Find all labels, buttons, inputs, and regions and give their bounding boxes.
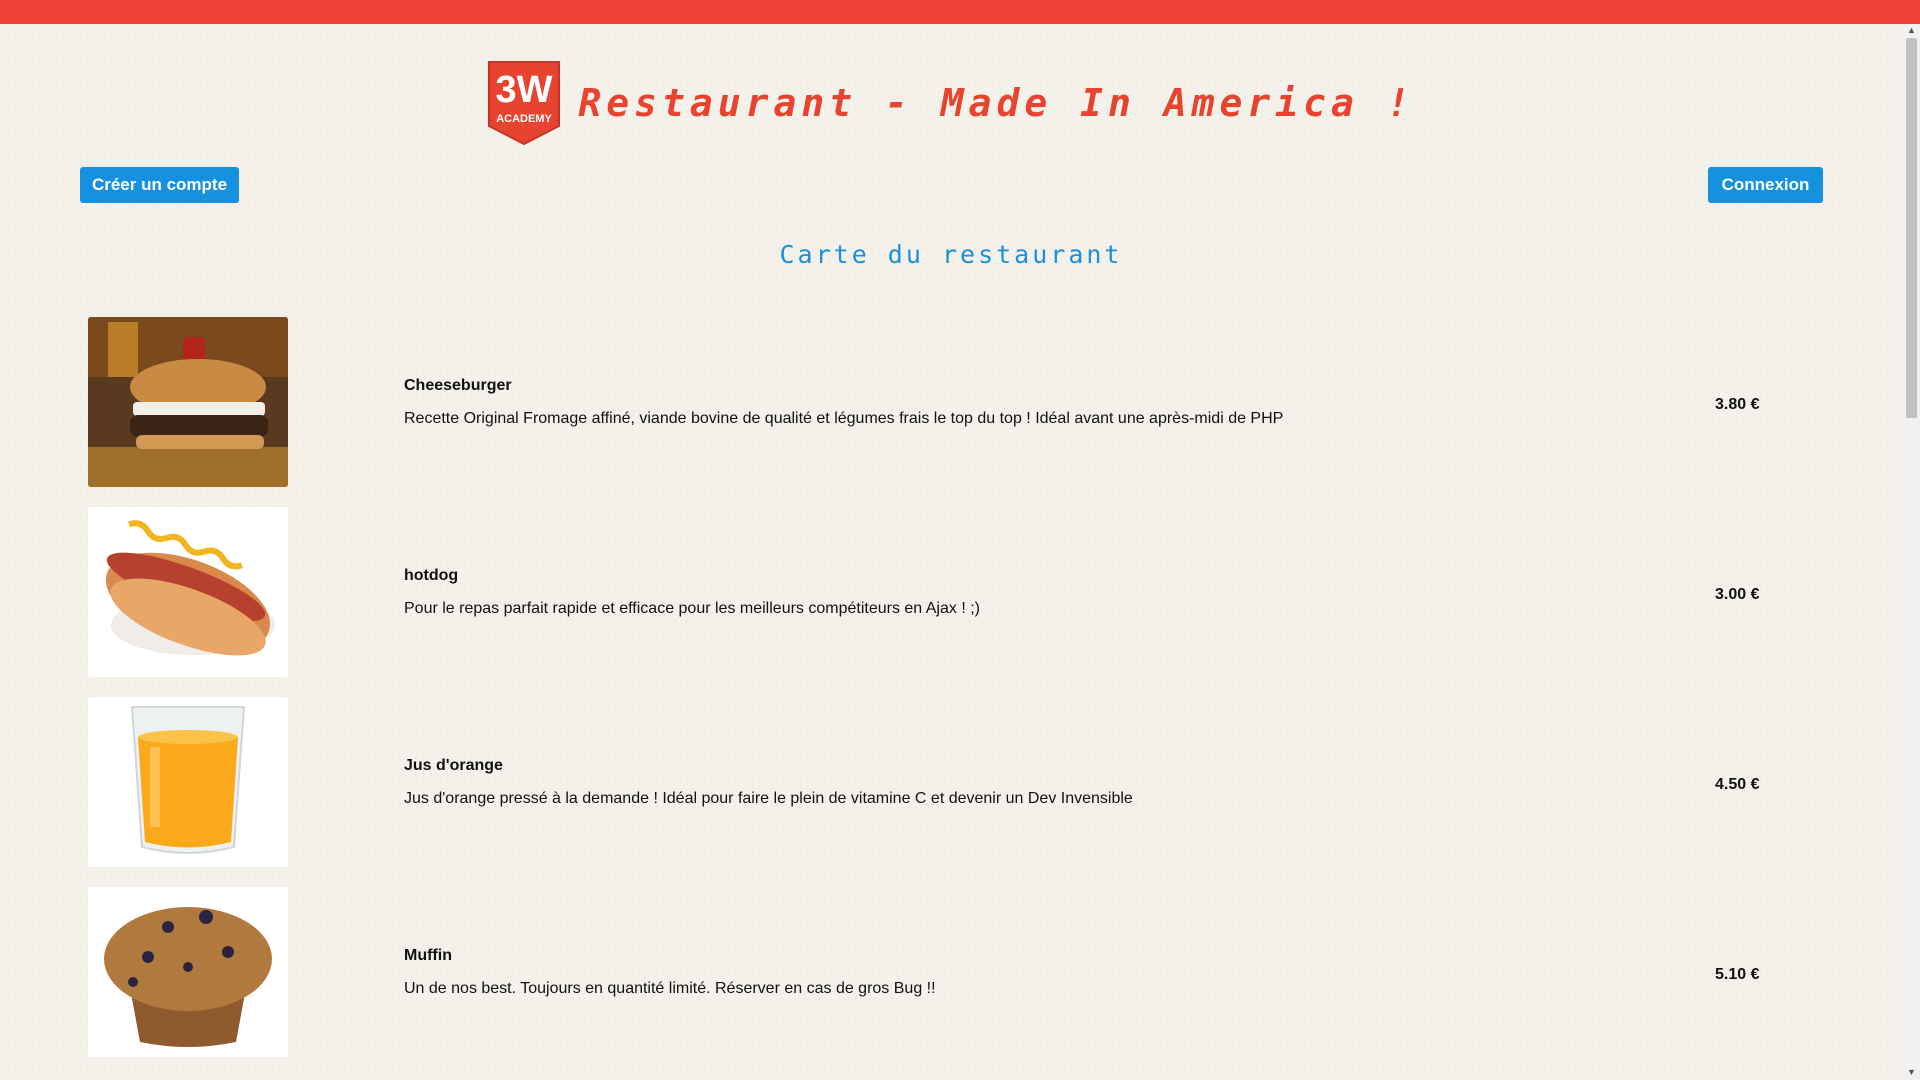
- site-header: 3W ACADEMY Restaurant - Made In America …: [0, 60, 1902, 146]
- login-button[interactable]: Connexion: [1708, 167, 1823, 203]
- item-price: 5.10 €: [1715, 966, 1760, 983]
- svg-text:3W: 3W: [496, 69, 553, 111]
- site-title: Restaurant - Made In America !: [578, 81, 1415, 125]
- item-price: 3.00 €: [1715, 586, 1760, 603]
- scroll-down-icon[interactable]: ▼: [1907, 1068, 1916, 1077]
- item-description: Recette Original Fromage affiné, viande …: [404, 410, 1284, 427]
- item-name: Cheeseburger: [404, 377, 512, 394]
- hotdog-image: [88, 507, 288, 677]
- item-description: Un de nos best. Toujours en quantité lim…: [404, 980, 936, 997]
- menu-item: Cheeseburger Recette Original Fromage af…: [88, 317, 1888, 507]
- menu-section-title: Carte du restaurant: [779, 240, 1123, 269]
- muffin-image: [88, 887, 288, 1057]
- item-name: Jus d'orange: [404, 757, 503, 774]
- menu-item: Muffin Un de nos best. Toujours en quant…: [88, 887, 1888, 1077]
- cheeseburger-image: [88, 317, 288, 487]
- item-price: 4.50 €: [1715, 776, 1760, 793]
- top-bar: [0, 0, 1920, 24]
- create-account-button[interactable]: Créer un compte: [80, 167, 239, 203]
- scroll-up-icon[interactable]: ▲: [1907, 26, 1916, 35]
- item-name: hotdog: [404, 567, 459, 584]
- item-description: Jus d'orange pressé à la demande ! Idéal…: [404, 790, 1133, 807]
- menu-item: Jus d'orange Jus d'orange pressé à la de…: [88, 697, 1888, 887]
- orange-juice-image: [88, 697, 288, 867]
- item-description: Pour le repas parfait rapide et efficace…: [404, 600, 980, 617]
- item-price: 3.80 €: [1715, 396, 1760, 413]
- svg-text:ACADEMY: ACADEMY: [497, 113, 553, 125]
- menu-item: hotdog Pour le repas parfait rapide et e…: [88, 507, 1888, 697]
- item-name: Muffin: [404, 947, 452, 964]
- menu-list: Cheeseburger Recette Original Fromage af…: [88, 317, 1888, 1077]
- scrollbar-thumb[interactable]: [1906, 38, 1917, 418]
- 3w-academy-logo[interactable]: 3W ACADEMY: [487, 60, 562, 146]
- vertical-scrollbar[interactable]: ▲ ▼: [1903, 24, 1920, 1080]
